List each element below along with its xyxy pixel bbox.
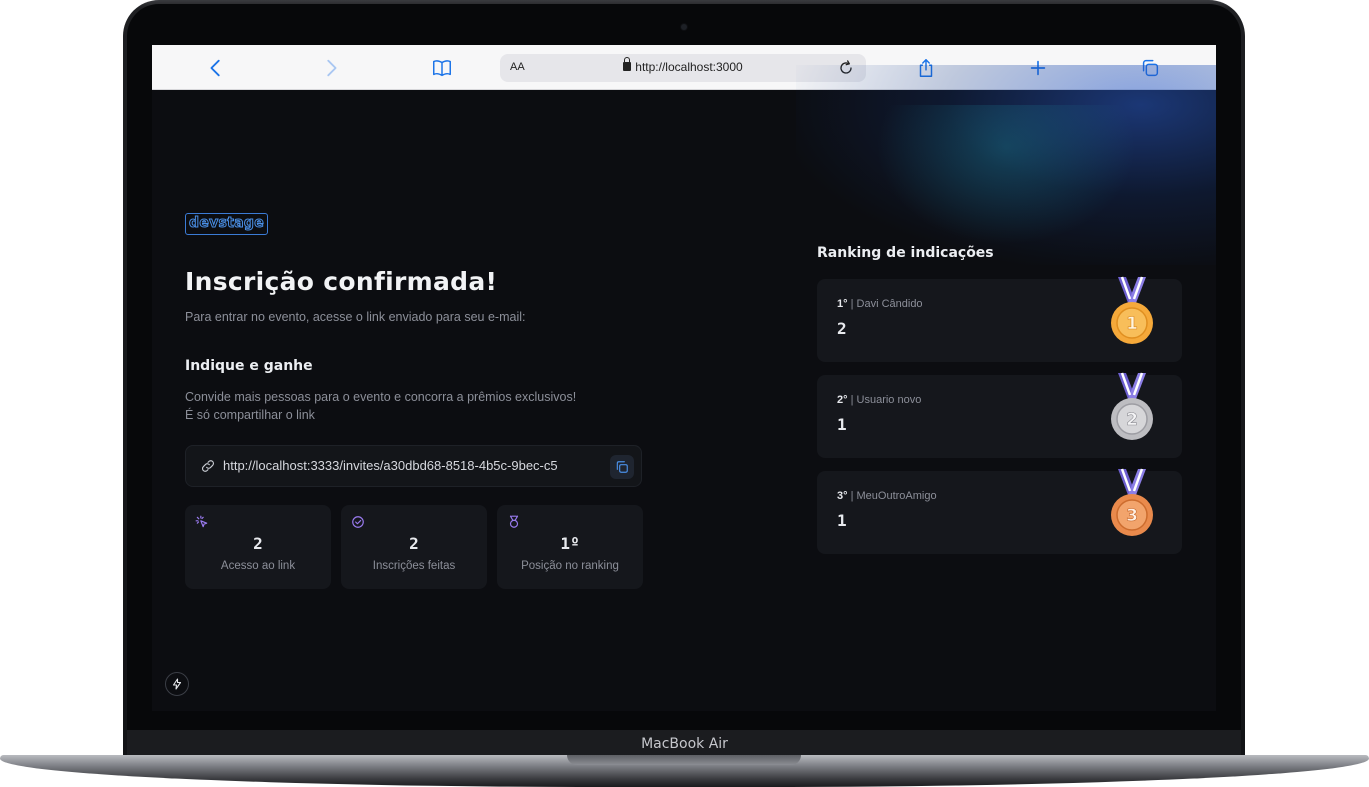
bronze-medal-icon: 3 (1111, 468, 1153, 536)
bookmarks-button[interactable] (428, 54, 456, 82)
gold-medal-icon: 1 (1111, 276, 1153, 344)
copy-icon (616, 461, 628, 473)
badge-check-icon (352, 516, 364, 528)
device-label: MacBook Air (641, 736, 728, 752)
invite-description-line2: É só compartilhar o link (185, 408, 315, 422)
stat-value: 2 (409, 534, 419, 553)
invite-link-field[interactable]: http://localhost:3333/invites/a30dbd68-8… (185, 445, 642, 487)
stat-card-ranking-position: 1º Posição no ranking (497, 505, 643, 589)
invite-description: Convide mais pessoas para o evento e con… (185, 388, 576, 424)
ranking-entry-2: 2° | Usuario novo 1 2 (817, 372, 1182, 458)
url-text: http://localhost:3000 (635, 60, 743, 74)
stat-value: 2 (253, 534, 263, 553)
medal-number: 3 (1126, 506, 1138, 526)
chevron-right-icon (327, 59, 337, 77)
ranking-position: 1° (837, 298, 848, 310)
stat-card-link-access: 2 Acesso ao link (185, 505, 331, 589)
ranking-user: Usuario novo (856, 394, 922, 406)
stat-card-subscriptions: 2 Inscrições feitas (341, 505, 487, 589)
silver-medal-icon: 2 (1111, 372, 1153, 440)
ranking-title: Ranking de indicações (817, 245, 994, 261)
laptop-opening-notch (567, 755, 801, 765)
invite-section-title: Indique e ganhe (185, 358, 313, 374)
stat-label: Posição no ranking (521, 560, 619, 572)
cursor-click-icon (195, 515, 208, 528)
ranking-entry-name: 2° | Usuario novo (837, 394, 922, 406)
ranking-score: 2 (837, 319, 847, 338)
lock-icon (623, 57, 632, 71)
ranking-score: 1 (837, 415, 847, 434)
page-subtitle: Para entrar no evento, acesse o link env… (185, 310, 526, 324)
webcam (681, 24, 687, 30)
lightning-icon (172, 678, 182, 690)
ranking-user: Davi Cândido (856, 298, 923, 310)
ranking-entry-1: 1° | Davi Cândido 2 1 (817, 276, 1182, 362)
ranking-entry-name: 1° | Davi Cândido (837, 298, 923, 310)
ranking-entry-3: 3° | MeuOutroAmigo 1 3 (817, 468, 1182, 554)
book-open-icon (433, 60, 451, 77)
laptop-screen: AA http://localhost:3000 devstage Inscri… (152, 45, 1216, 711)
stat-label: Inscrições feitas (372, 560, 456, 572)
ranking-position: 3° (837, 490, 848, 502)
ranking-entry-name: 3° | MeuOutroAmigo (837, 490, 937, 502)
copy-link-button[interactable] (610, 455, 634, 479)
stat-value: 1º (560, 534, 580, 553)
ranking-position: 2° (837, 394, 848, 406)
forward-button[interactable] (317, 54, 345, 82)
dev-tools-button[interactable] (165, 672, 189, 696)
medal-number: 2 (1126, 410, 1138, 430)
page-title: Inscrição confirmada! (185, 267, 498, 296)
ranking-score: 1 (837, 511, 847, 530)
back-button[interactable] (202, 54, 230, 82)
link-icon (202, 460, 214, 472)
background-glow-teal (876, 105, 1136, 245)
medal-icon (509, 515, 519, 528)
devstage-logo: devstage (185, 213, 269, 235)
medal-number: 1 (1126, 314, 1138, 334)
stat-label: Acesso ao link (220, 560, 296, 572)
chevron-left-icon (210, 59, 220, 77)
invite-description-line1: Convide mais pessoas para o evento e con… (185, 390, 577, 404)
invite-link-text: http://localhost:3333/invites/a30dbd68-8… (223, 458, 558, 473)
ranking-user: MeuOutroAmigo (856, 490, 937, 502)
